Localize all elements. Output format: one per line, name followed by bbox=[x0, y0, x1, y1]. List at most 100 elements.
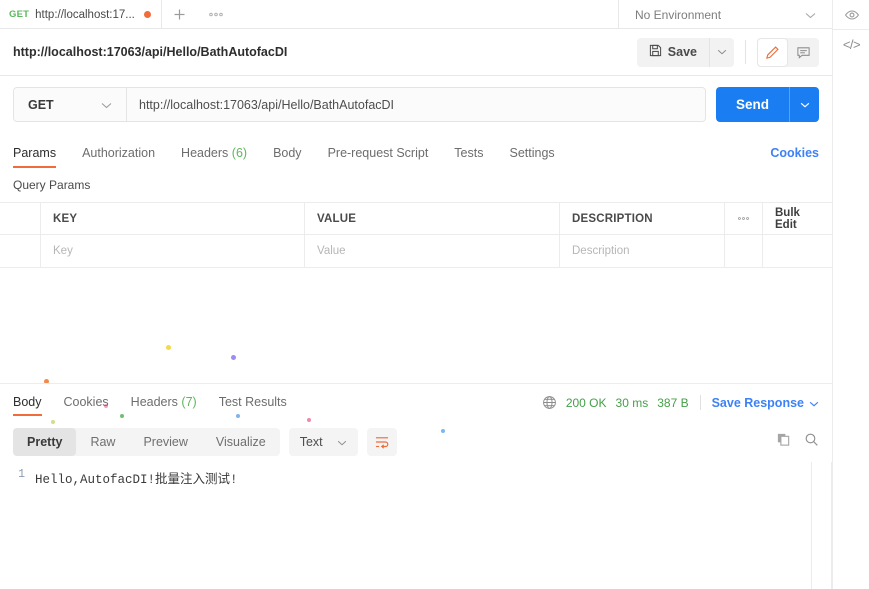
response-format-select[interactable]: Text bbox=[289, 428, 358, 456]
response-format-label: Text bbox=[300, 435, 323, 449]
request-section-tabs: Params Authorization Headers (6) Body Pr… bbox=[0, 136, 832, 168]
url-bar: GET http://localhost:17063/api/Hello/Bat… bbox=[0, 76, 832, 133]
response-time: 30 ms bbox=[616, 396, 649, 410]
tab-title-label: http://localhost:17... bbox=[35, 9, 135, 21]
save-response-button[interactable]: Save Response bbox=[712, 396, 819, 410]
header-key-label: KEY bbox=[53, 213, 77, 225]
tab-more-options-icon[interactable] bbox=[198, 0, 234, 28]
unsaved-dot-icon bbox=[144, 11, 151, 18]
chevron-down-icon bbox=[101, 96, 112, 114]
header-description-cell: DESCRIPTION bbox=[560, 203, 725, 234]
line-content: Hello,AutofacDI!批量注入测试! bbox=[35, 468, 238, 487]
save-button[interactable]: Save bbox=[637, 38, 709, 67]
confetti-dot bbox=[231, 355, 236, 360]
copy-icon[interactable] bbox=[776, 432, 791, 452]
save-label: Save bbox=[668, 45, 697, 59]
value-placeholder: Value bbox=[317, 245, 346, 257]
view-mode-pretty[interactable]: Pretty bbox=[13, 428, 76, 456]
line-number: 1 bbox=[0, 468, 35, 481]
row-end-cell bbox=[763, 235, 832, 267]
eye-icon[interactable] bbox=[833, 0, 869, 29]
header-value-label: VALUE bbox=[317, 213, 356, 225]
send-button[interactable]: Send bbox=[716, 87, 789, 122]
view-mode-preview[interactable]: Preview bbox=[129, 428, 201, 456]
tab-label: Cookies bbox=[64, 395, 109, 409]
save-button-group: Save bbox=[637, 38, 734, 67]
save-dropdown-button[interactable] bbox=[709, 38, 734, 67]
status-code: 200 OK bbox=[566, 396, 607, 410]
tab-label: Tests bbox=[454, 146, 483, 160]
bulk-edit-button[interactable]: Bulk Edit bbox=[763, 203, 832, 234]
globe-icon bbox=[542, 395, 557, 410]
response-body-toolbar: Pretty Raw Preview Visualize Text bbox=[0, 422, 832, 462]
response-tab-test-results[interactable]: Test Results bbox=[219, 395, 287, 416]
toolbar-divider bbox=[745, 40, 746, 64]
send-button-group: Send bbox=[716, 87, 819, 122]
response-divider bbox=[0, 383, 832, 384]
row-spacer-cell bbox=[725, 235, 763, 267]
tab-label: Authorization bbox=[82, 146, 155, 160]
value-input[interactable]: Value bbox=[305, 235, 560, 267]
wrap-text-button[interactable] bbox=[367, 428, 397, 456]
environment-selector[interactable]: No Environment bbox=[618, 0, 832, 29]
edit-request-button[interactable] bbox=[757, 38, 788, 67]
right-rail: </> bbox=[832, 0, 869, 589]
request-tab[interactable]: GET http://localhost:17... bbox=[0, 0, 162, 29]
response-tab-headers[interactable]: Headers (7) bbox=[131, 395, 197, 416]
tab-label: Params bbox=[13, 146, 56, 160]
tab-pre-request-script[interactable]: Pre-request Script bbox=[328, 146, 429, 168]
http-method-select[interactable]: GET bbox=[14, 88, 127, 121]
search-icon[interactable] bbox=[804, 432, 819, 452]
table-row[interactable]: Key Value Description bbox=[0, 235, 832, 267]
response-view-mode-group: Pretty Raw Preview Visualize bbox=[13, 428, 280, 456]
query-params-title: Query Params bbox=[13, 178, 90, 192]
url-input[interactable]: http://localhost:17063/api/Hello/BathAut… bbox=[127, 88, 705, 121]
table-header-row: KEY VALUE DESCRIPTION Bulk Edit bbox=[0, 203, 832, 235]
response-tab-cookies[interactable]: Cookies bbox=[64, 395, 109, 416]
tab-settings[interactable]: Settings bbox=[509, 146, 554, 168]
request-icon-group bbox=[757, 38, 819, 67]
send-dropdown-button[interactable] bbox=[789, 87, 819, 122]
tab-headers[interactable]: Headers (6) bbox=[181, 146, 247, 168]
key-input[interactable]: Key bbox=[41, 235, 305, 267]
breadcrumb-save-row: http://localhost:17063/api/Hello/BathAut… bbox=[0, 29, 832, 76]
chevron-down-icon bbox=[337, 435, 347, 449]
response-tab-body[interactable]: Body bbox=[13, 395, 42, 416]
code-line: 1 Hello,AutofacDI!批量注入测试! bbox=[0, 462, 811, 487]
response-body-scrollbar[interactable] bbox=[812, 462, 832, 589]
comment-button[interactable] bbox=[788, 38, 819, 67]
tab-tests[interactable]: Tests bbox=[454, 146, 483, 168]
new-tab-button[interactable] bbox=[162, 0, 198, 28]
tab-label: Body bbox=[13, 395, 42, 409]
header-key-cell: KEY bbox=[41, 203, 305, 234]
key-placeholder: Key bbox=[53, 245, 73, 257]
postman-window: </> GET http://localhost:17... No Enviro… bbox=[0, 0, 869, 589]
chevron-down-icon bbox=[809, 396, 819, 410]
breadcrumb: http://localhost:17063/api/Hello/BathAut… bbox=[13, 45, 287, 59]
tab-label: Pre-request Script bbox=[328, 146, 429, 160]
tab-params[interactable]: Params bbox=[13, 146, 56, 168]
tab-label: Body bbox=[273, 146, 302, 160]
description-input[interactable]: Description bbox=[560, 235, 725, 267]
response-body-viewer[interactable]: 1 Hello,AutofacDI!批量注入测试! bbox=[0, 462, 812, 589]
response-section-tabs: Body Cookies Headers (7) Test Results 20… bbox=[0, 386, 832, 416]
bulk-edit-label: Bulk Edit bbox=[775, 207, 820, 231]
code-snippet-icon[interactable]: </> bbox=[833, 30, 869, 59]
save-actions: Save bbox=[637, 38, 819, 67]
tab-label: Test Results bbox=[219, 395, 287, 409]
response-meta: 200 OK 30 ms 387 B Save Response bbox=[542, 395, 819, 416]
header-description-label: DESCRIPTION bbox=[572, 213, 653, 225]
confetti-dot bbox=[166, 345, 171, 350]
view-mode-raw[interactable]: Raw bbox=[76, 428, 129, 456]
url-input-group: GET http://localhost:17063/api/Hello/Bat… bbox=[13, 87, 706, 122]
header-gutter-cell bbox=[0, 203, 41, 234]
table-more-options-icon[interactable] bbox=[725, 203, 763, 234]
tab-count: (7) bbox=[181, 395, 196, 409]
description-placeholder: Description bbox=[572, 245, 630, 257]
tab-body[interactable]: Body bbox=[273, 146, 302, 168]
save-response-label: Save Response bbox=[712, 396, 804, 410]
view-mode-visualize[interactable]: Visualize bbox=[202, 428, 280, 456]
response-body-tools bbox=[776, 432, 819, 452]
tab-authorization[interactable]: Authorization bbox=[82, 146, 155, 168]
cookies-link[interactable]: Cookies bbox=[770, 146, 819, 168]
